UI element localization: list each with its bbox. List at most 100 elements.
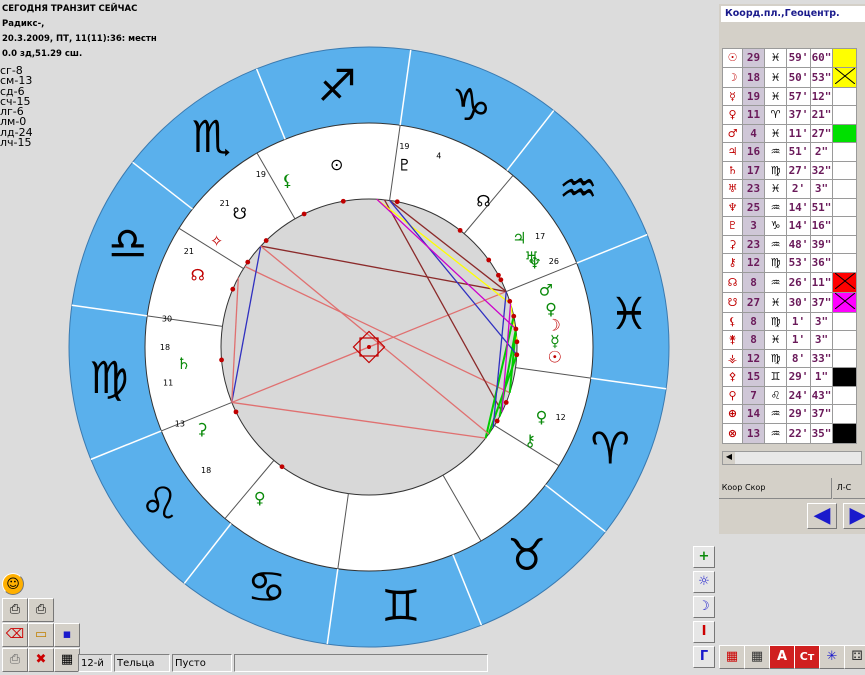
planet-row[interactable]: ⚲ 7 ♌ 24' 43": [722, 385, 857, 405]
sun-button[interactable]: ☼: [693, 571, 715, 593]
cancer-icon: ♋: [247, 562, 286, 613]
planet-seconds: 37": [810, 291, 833, 313]
capricorn-icon: ♑: [452, 80, 491, 131]
planet-row[interactable]: ⚷ 12 ♍ 53' 36": [722, 253, 857, 273]
moon-button[interactable]: ☽: [693, 596, 715, 618]
tab-empty[interactable]: [765, 478, 788, 499]
planet-row[interactable]: ♆ 25 ♒ 14' 51": [722, 197, 857, 217]
color-swatch: [832, 216, 857, 236]
horizontal-scrollbar[interactable]: ◀: [722, 451, 862, 465]
color-swatch: [832, 197, 857, 217]
south-node-icon: ☋: [233, 204, 247, 223]
planet-glyph-icon: ⚶: [722, 348, 743, 368]
zodiac-sign-icon: ♌: [764, 385, 787, 405]
planet-minutes: 59': [786, 48, 811, 68]
status-house: 12-й: [78, 654, 112, 672]
planet-row[interactable]: ☋ 27 ♓ 30' 37": [722, 291, 857, 313]
pars-fortuna-marker: [340, 198, 346, 204]
uranus-marker: [496, 272, 501, 278]
planet-minutes: 2': [786, 179, 811, 199]
calculator-icon[interactable]: ▦: [54, 648, 80, 672]
star-marker: [245, 259, 251, 265]
planet-minutes: 14': [786, 216, 811, 236]
save-icon[interactable]: ▪: [54, 623, 80, 647]
planet-row[interactable]: ♂ 4 ♓ 11' 27": [722, 123, 857, 143]
emoji-icon[interactable]: ☺: [2, 573, 24, 595]
planet-glyph-icon: ⊗: [722, 422, 743, 444]
planet-row[interactable]: ♄ 17 ♍ 27' 32": [722, 160, 857, 180]
tab-coordinates[interactable]: Коор: [719, 478, 746, 499]
table-view-button[interactable]: ▦: [719, 645, 745, 669]
planet-row[interactable]: ☊ 8 ♒ 26' 11": [722, 271, 857, 293]
planet-row[interactable]: ⚵ 8 ♓ 1' 3": [722, 330, 857, 350]
planet-degree: 16: [742, 142, 765, 162]
pluto-icon: ♇: [397, 155, 411, 174]
saturn-icon: ♄: [177, 354, 191, 373]
planet-glyph-icon: ⚲: [722, 385, 743, 405]
natal-wheel[interactable]: ♈♉♊♋♌♍♎♏♐ ♑♒♓ ☉☽☿♀♂♃♄♅♆♇♀⚷☊⚳⚸⊙☋☊♀✧ 419172…: [0, 0, 700, 660]
jupiter-icon: ♃: [512, 229, 526, 248]
planet-row[interactable]: ⚸ 8 ♍ 1' 3": [722, 311, 857, 331]
grid-view-button[interactable]: ▦: [744, 645, 770, 669]
planet-row[interactable]: ⚶ 12 ♍ 8' 33": [722, 348, 857, 368]
planet-degree: 23: [742, 234, 765, 254]
planet-degree: 17: [742, 160, 765, 180]
planet-row[interactable]: ⊗ 13 ♒ 22' 35": [722, 422, 857, 444]
planet-row[interactable]: ☿ 19 ♓ 57' 12": [722, 86, 857, 106]
planet-row[interactable]: ♀ 11 ♈ 37' 21": [722, 105, 857, 125]
scroll-left-arrow[interactable]: ◀: [723, 452, 735, 464]
color-swatch: [832, 160, 857, 180]
planet-minutes: 57': [786, 86, 811, 106]
color-swatch: [832, 234, 857, 254]
tab-speed[interactable]: Скор: [745, 478, 766, 499]
planet-glyph-icon: ♀: [722, 105, 743, 125]
zodiac-sign-icon: ♓: [764, 86, 787, 106]
cross-mark-icon: [834, 423, 855, 440]
tab-l-s[interactable]: Л-С: [833, 478, 856, 499]
planet-row[interactable]: ⚳ 23 ♒ 48' 39": [722, 234, 857, 254]
planet-glyph-icon: ☿: [722, 86, 743, 106]
print-icon[interactable]: ⎙: [2, 598, 28, 622]
tab-empty[interactable]: [809, 478, 832, 499]
planet-row[interactable]: ♇ 3 ♑ 14' 16": [722, 216, 857, 236]
scorpio-icon: ♏: [192, 112, 231, 163]
color-swatch: [832, 367, 857, 387]
lilith-icon: ⚸: [282, 171, 294, 190]
node-marker: [457, 227, 463, 233]
geocentric-button[interactable]: Г: [693, 646, 715, 668]
planet-glyph-icon: ♆: [722, 197, 743, 217]
planet-row[interactable]: ⊕ 14 ♒ 29' 37": [722, 404, 857, 424]
north-node-marker: [230, 286, 236, 292]
planet-seconds: 36": [810, 253, 833, 273]
tab-more[interactable]: [855, 478, 865, 499]
tab-empty[interactable]: [787, 478, 810, 499]
sun-icon: ☉: [548, 348, 562, 367]
mars-icon: ♂: [539, 281, 553, 300]
planet-row[interactable]: ⚴ 15 ♊ 29' 1": [722, 367, 857, 387]
planet-minutes: 14': [786, 197, 811, 217]
next-button[interactable]: ▶: [843, 503, 865, 529]
planet-row[interactable]: ♃ 16 ♒ 51' 2": [722, 142, 857, 162]
aspects-button[interactable]: A: [769, 645, 795, 669]
erase-icon[interactable]: ⌫: [2, 623, 28, 647]
prev-button[interactable]: ◀: [807, 503, 837, 529]
zodiac-sign-icon: ♓: [764, 291, 787, 313]
planet-row[interactable]: ☽ 18 ♓ 50' 53": [722, 66, 857, 88]
zodiac-sign-icon: ♒: [764, 271, 787, 293]
planet-seconds: 2": [810, 142, 833, 162]
planet-glyph-icon: ⚷: [722, 253, 743, 273]
info-button[interactable]: I: [693, 621, 715, 643]
open-folder-icon[interactable]: ▭: [28, 623, 54, 647]
planet-row[interactable]: ♅ 23 ♓ 2' 3": [722, 179, 857, 199]
planet-degree: 29: [742, 48, 765, 68]
asterisk-button[interactable]: ✳: [819, 645, 845, 669]
dice-button[interactable]: ⚃: [844, 645, 865, 669]
print-preview-icon[interactable]: ⎙: [28, 598, 54, 622]
planet-seconds: 1": [810, 367, 833, 387]
planet-row[interactable]: ☉ 29 ♓ 59' 60": [722, 48, 857, 68]
printer-icon[interactable]: ⎙: [2, 648, 28, 672]
add-chart-button[interactable]: +: [693, 546, 715, 568]
stars-button[interactable]: Ст: [794, 645, 820, 669]
color-swatch: [832, 66, 857, 88]
close-icon[interactable]: ✖: [28, 648, 54, 672]
